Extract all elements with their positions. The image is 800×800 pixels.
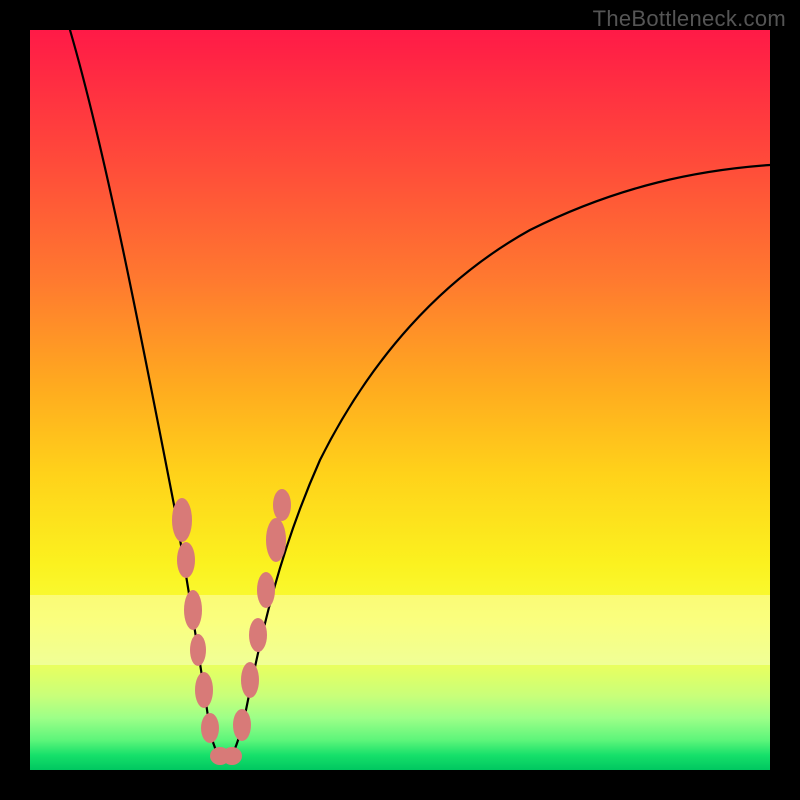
marker-cluster-left: [172, 498, 219, 743]
pale-band-overlay: [30, 595, 770, 665]
chart-frame: TheBottleneck.com: [0, 0, 800, 800]
curve-svg: [30, 30, 770, 770]
plot-area: [30, 30, 770, 770]
bottleneck-curve: [70, 30, 770, 760]
marker-cluster-right: [233, 489, 291, 741]
watermark-text: TheBottleneck.com: [593, 6, 786, 32]
marker-cluster-valley: [210, 747, 242, 765]
